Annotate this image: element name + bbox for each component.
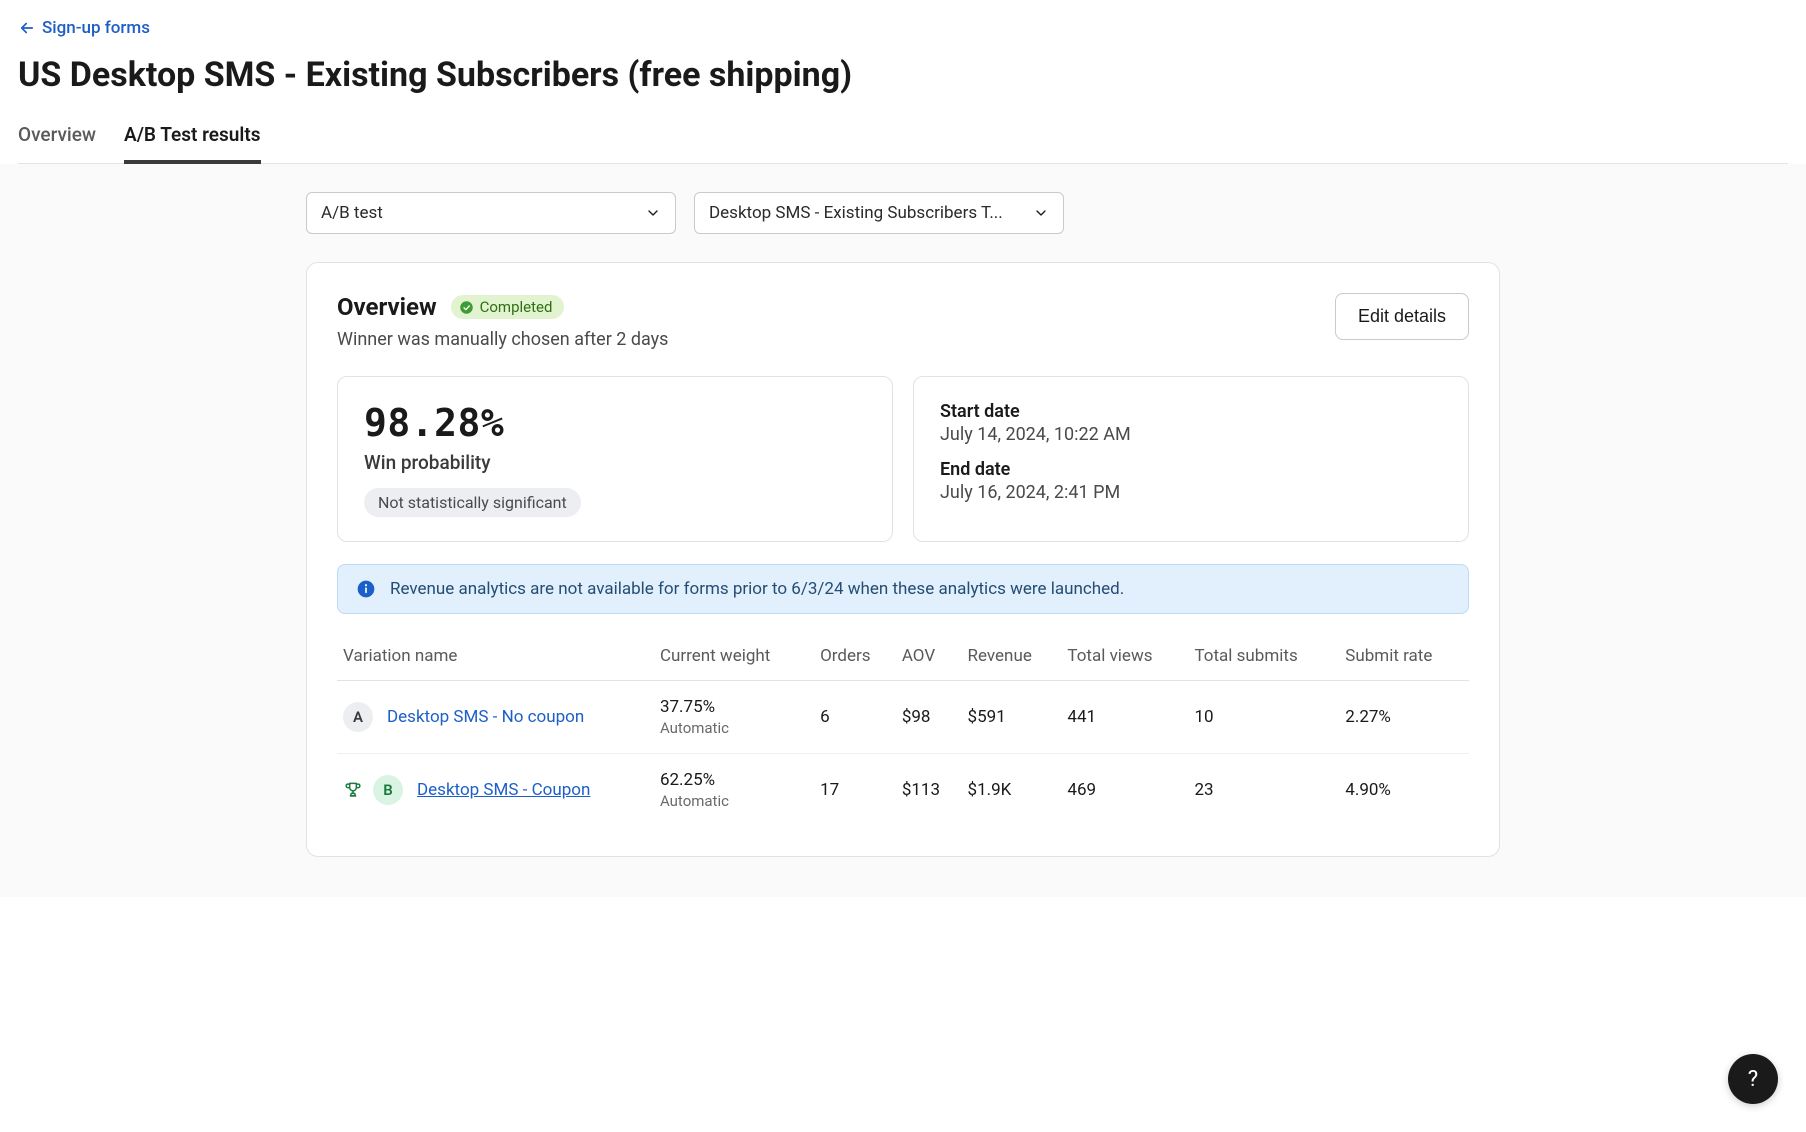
dates-card: Start date July 14, 2024, 10:22 AM End d… — [913, 376, 1469, 542]
chevron-down-icon — [645, 205, 661, 221]
end-date-label: End date — [940, 459, 1442, 480]
overview-subtitle: Winner was manually chosen after 2 days — [337, 329, 668, 350]
col-views: Total views — [1061, 632, 1188, 681]
col-variation: Variation name — [337, 632, 654, 681]
select-test-instance-value: Desktop SMS - Existing Subscribers T... — [709, 203, 1003, 223]
breadcrumb-label: Sign-up forms — [42, 18, 150, 38]
trophy-icon — [343, 780, 363, 800]
weight-value: 62.25% — [660, 770, 808, 790]
check-circle-icon — [459, 300, 474, 315]
info-icon — [356, 579, 376, 599]
variation-letter: B — [373, 775, 403, 805]
arrow-left-icon — [18, 19, 36, 37]
status-badge: Completed — [451, 295, 565, 319]
rate-value: 4.90% — [1339, 754, 1469, 827]
edit-details-button[interactable]: Edit details — [1335, 293, 1469, 340]
aov-value: $98 — [896, 681, 962, 754]
variation-letter: A — [343, 702, 373, 732]
orders-value: 17 — [814, 754, 896, 827]
orders-value: 6 — [814, 681, 896, 754]
submits-value: 23 — [1188, 754, 1339, 827]
select-test-type-value: A/B test — [321, 203, 383, 223]
col-orders: Orders — [814, 632, 896, 681]
overview-card: Overview Completed Winner was manually c… — [306, 262, 1500, 857]
end-date-value: July 16, 2024, 2:41 PM — [940, 482, 1442, 503]
col-aov: AOV — [896, 632, 962, 681]
select-test-instance[interactable]: Desktop SMS - Existing Subscribers T... — [694, 192, 1064, 234]
weight-sub: Automatic — [660, 792, 808, 810]
variation-link[interactable]: Desktop SMS - Coupon — [417, 780, 590, 800]
variation-link[interactable]: Desktop SMS - No coupon — [387, 707, 584, 727]
revenue-value: $591 — [962, 681, 1062, 754]
info-banner: Revenue analytics are not available for … — [337, 564, 1469, 614]
table-row: B Desktop SMS - Coupon 62.25% Automatic … — [337, 754, 1469, 827]
col-submits: Total submits — [1188, 632, 1339, 681]
results-table: Variation name Current weight Orders AOV… — [337, 632, 1469, 826]
help-button[interactable]: ? — [1728, 1054, 1778, 1104]
revenue-value: $1.9K — [962, 754, 1062, 827]
win-probability-value: 98.28% — [364, 401, 866, 445]
status-badge-label: Completed — [480, 298, 553, 316]
weight-sub: Automatic — [660, 719, 808, 737]
start-date-value: July 14, 2024, 10:22 AM — [940, 424, 1442, 445]
aov-value: $113 — [896, 754, 962, 827]
views-value: 469 — [1061, 754, 1188, 827]
col-revenue: Revenue — [962, 632, 1062, 681]
rate-value: 2.27% — [1339, 681, 1469, 754]
submits-value: 10 — [1188, 681, 1339, 754]
col-rate: Submit rate — [1339, 632, 1469, 681]
views-value: 441 — [1061, 681, 1188, 754]
start-date-label: Start date — [940, 401, 1442, 422]
breadcrumb[interactable]: Sign-up forms — [18, 18, 150, 38]
info-banner-text: Revenue analytics are not available for … — [390, 579, 1124, 599]
win-probability-label: Win probability — [364, 451, 866, 474]
page-title: US Desktop SMS - Existing Subscribers (f… — [18, 55, 1788, 95]
col-weight: Current weight — [654, 632, 814, 681]
tab-overview[interactable]: Overview — [18, 113, 96, 163]
weight-value: 37.75% — [660, 697, 808, 717]
win-probability-card: 98.28% Win probability Not statistically… — [337, 376, 893, 542]
significance-pill: Not statistically significant — [364, 488, 581, 517]
chevron-down-icon — [1033, 205, 1049, 221]
select-test-type[interactable]: A/B test — [306, 192, 676, 234]
tab-ab-results[interactable]: A/B Test results — [124, 113, 260, 164]
overview-title: Overview — [337, 293, 437, 321]
table-row: A Desktop SMS - No coupon 37.75% Automat… — [337, 681, 1469, 754]
tabs: Overview A/B Test results — [18, 113, 1788, 164]
